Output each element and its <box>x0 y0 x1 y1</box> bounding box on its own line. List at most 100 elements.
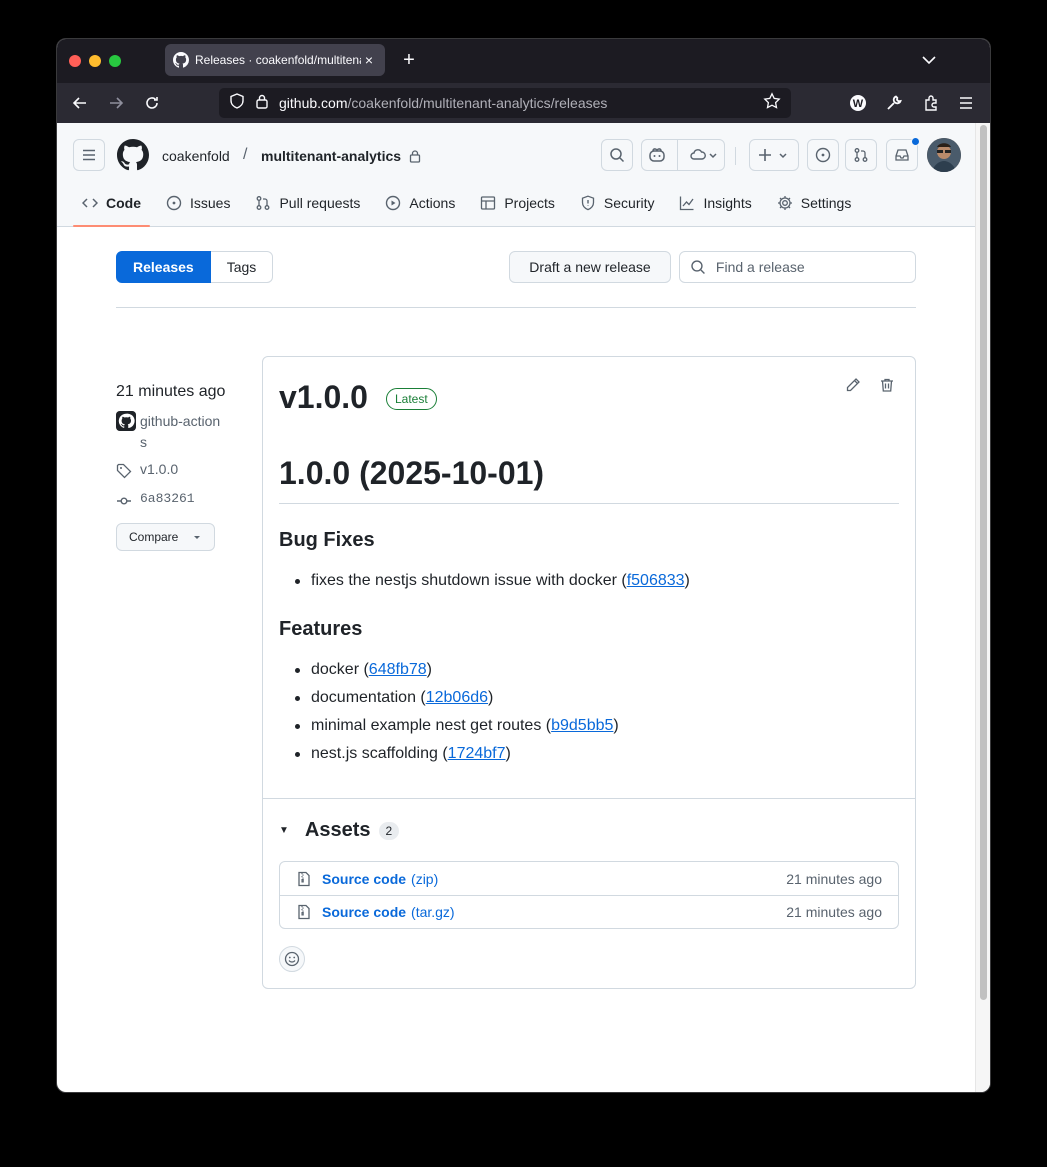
compare-button[interactable]: Compare <box>116 523 215 551</box>
header-divider <box>735 147 736 165</box>
tab-pull-requests[interactable]: Pull requests <box>246 179 369 227</box>
asset-row[interactable]: Source code (tar.gz) 21 minutes ago <box>280 895 898 928</box>
pull-requests-button[interactable] <box>845 139 877 171</box>
close-window-button[interactable] <box>69 55 81 67</box>
url-path: /coakenfold/multitenant-analytics/releas… <box>347 95 608 111</box>
caret-down-icon <box>194 536 200 539</box>
create-new-button[interactable] <box>749 139 799 171</box>
tab-security-label: Security <box>603 195 655 211</box>
url-bar[interactable]: github.com/coakenfold/multitenant-analyt… <box>219 88 791 118</box>
tab-issues-label: Issues <box>190 195 231 211</box>
asset-name[interactable]: Source code <box>322 871 406 887</box>
menu-icon[interactable] <box>955 92 977 114</box>
draft-release-button[interactable]: Draft a new release <box>509 251 671 283</box>
tab-bar: Releases · coakenfold/multitenant-analyt… <box>57 39 990 83</box>
release-title[interactable]: v1.0.0 <box>279 379 368 416</box>
search-button[interactable] <box>601 139 633 171</box>
extensions-icon[interactable] <box>920 92 942 114</box>
commit-link[interactable]: 1724bf7 <box>448 745 506 762</box>
breadcrumb-separator: / <box>243 146 248 163</box>
tab-code[interactable]: Code <box>73 179 150 227</box>
cloud-chevron-icon <box>690 149 717 160</box>
release-commit-link[interactable]: 6a83261 <box>116 491 246 509</box>
svg-text:W: W <box>853 98 864 110</box>
shield-icon[interactable] <box>229 92 245 114</box>
tab-insights-label: Insights <box>703 195 752 211</box>
issues-button[interactable] <box>807 139 839 171</box>
new-tab-button[interactable]: + <box>397 49 421 73</box>
github-actions-avatar-icon <box>116 411 136 431</box>
copilot-button[interactable] <box>641 139 725 171</box>
divider <box>116 307 916 308</box>
asset-name[interactable]: Source code <box>322 904 406 920</box>
repo-owner-link[interactable]: coakenfold <box>162 148 230 164</box>
item-text: nest.js scaffolding ( <box>311 745 448 762</box>
scrollbar[interactable] <box>975 123 990 1092</box>
tab-settings[interactable]: Settings <box>768 179 861 227</box>
commit-link[interactable]: 12b06d6 <box>426 689 488 706</box>
item-text: fixes the nestjs shutdown issue with doc… <box>311 572 627 589</box>
github-logo-icon[interactable] <box>117 139 149 176</box>
forward-icon[interactable] <box>105 92 127 114</box>
wrench-icon[interactable] <box>883 92 905 114</box>
commit-link[interactable]: f506833 <box>627 572 685 589</box>
inbox-button[interactable] <box>886 137 920 171</box>
tab-projects-label: Projects <box>504 195 555 211</box>
tab-actions[interactable]: Actions <box>376 179 464 227</box>
inbox-icon <box>895 149 909 161</box>
chevron-down-icon[interactable] <box>920 51 938 69</box>
lock-icon[interactable] <box>255 93 269 114</box>
commit-link[interactable]: b9d5bb5 <box>551 717 613 734</box>
copilot-icon <box>649 148 665 162</box>
release-card: v1.0.0 Latest 1.0.0 (2025-10-01) Bug Fix… <box>262 356 916 989</box>
compare-label: Compare <box>129 530 179 544</box>
tab-insights[interactable]: Insights <box>670 179 760 227</box>
commit-icon <box>117 497 131 505</box>
minimize-window-button[interactable] <box>89 55 101 67</box>
trash-icon[interactable] <box>879 377 895 398</box>
asset-row[interactable]: Source code (zip) 21 minutes ago <box>280 862 898 895</box>
hamburger-menu-button[interactable] <box>73 139 105 171</box>
divider <box>279 503 899 504</box>
asset-format[interactable]: (tar.gz) <box>411 904 455 920</box>
list-item: documentation (12b06d6) <box>295 684 619 712</box>
github-header: coakenfold / multitenant-analytics Code … <box>57 123 977 227</box>
tags-tab-button[interactable]: Tags <box>210 251 274 283</box>
release-time: 21 minutes ago <box>116 383 226 400</box>
assets-toggle[interactable]: ▼ Assets 2 <box>279 819 400 842</box>
repo-name-link[interactable]: multitenant-analytics <box>261 148 401 164</box>
find-release-input[interactable] <box>715 259 905 275</box>
add-reaction-button[interactable] <box>279 946 305 972</box>
play-icon <box>386 195 401 211</box>
avatar[interactable] <box>927 138 961 172</box>
star-icon[interactable] <box>763 91 781 115</box>
scrollbar-thumb[interactable] <box>980 125 987 1000</box>
release-tag-link[interactable]: v1.0.0 <box>116 461 246 479</box>
pull-request-icon <box>257 196 270 210</box>
table-icon <box>481 196 496 210</box>
pencil-icon[interactable] <box>845 377 861 398</box>
tab-security[interactable]: Security <box>571 179 664 227</box>
tab-issues[interactable]: Issues <box>157 179 239 227</box>
commit-link[interactable]: 648fb78 <box>369 661 427 678</box>
tab-actions-label: Actions <box>409 195 456 211</box>
releases-tab-button[interactable]: Releases <box>116 251 211 283</box>
back-icon[interactable] <box>69 92 91 114</box>
maximize-window-button[interactable] <box>109 55 121 67</box>
find-release-field[interactable] <box>679 251 916 283</box>
tab-projects[interactable]: Projects <box>471 179 564 227</box>
list-item: minimal example nest get routes (b9d5bb5… <box>295 712 619 740</box>
tab-close-button[interactable]: × <box>361 52 377 68</box>
asset-format[interactable]: (zip) <box>411 871 438 887</box>
issue-icon <box>815 147 831 163</box>
item-close: ) <box>613 717 619 734</box>
url-text[interactable]: github.com/coakenfold/multitenant-analyt… <box>279 95 763 111</box>
browser-tab[interactable]: Releases · coakenfold/multitenant-analyt… <box>165 44 385 76</box>
reload-icon[interactable] <box>141 92 163 114</box>
notification-dot <box>911 137 920 146</box>
browser-window: Releases · coakenfold/multitenant-analyt… <box>56 38 991 1093</box>
bug-fixes-heading: Bug Fixes <box>279 529 375 551</box>
release-author[interactable]: github-actions <box>116 411 246 453</box>
file-zip-icon <box>298 904 310 920</box>
extension-w-icon[interactable]: W <box>847 92 869 114</box>
